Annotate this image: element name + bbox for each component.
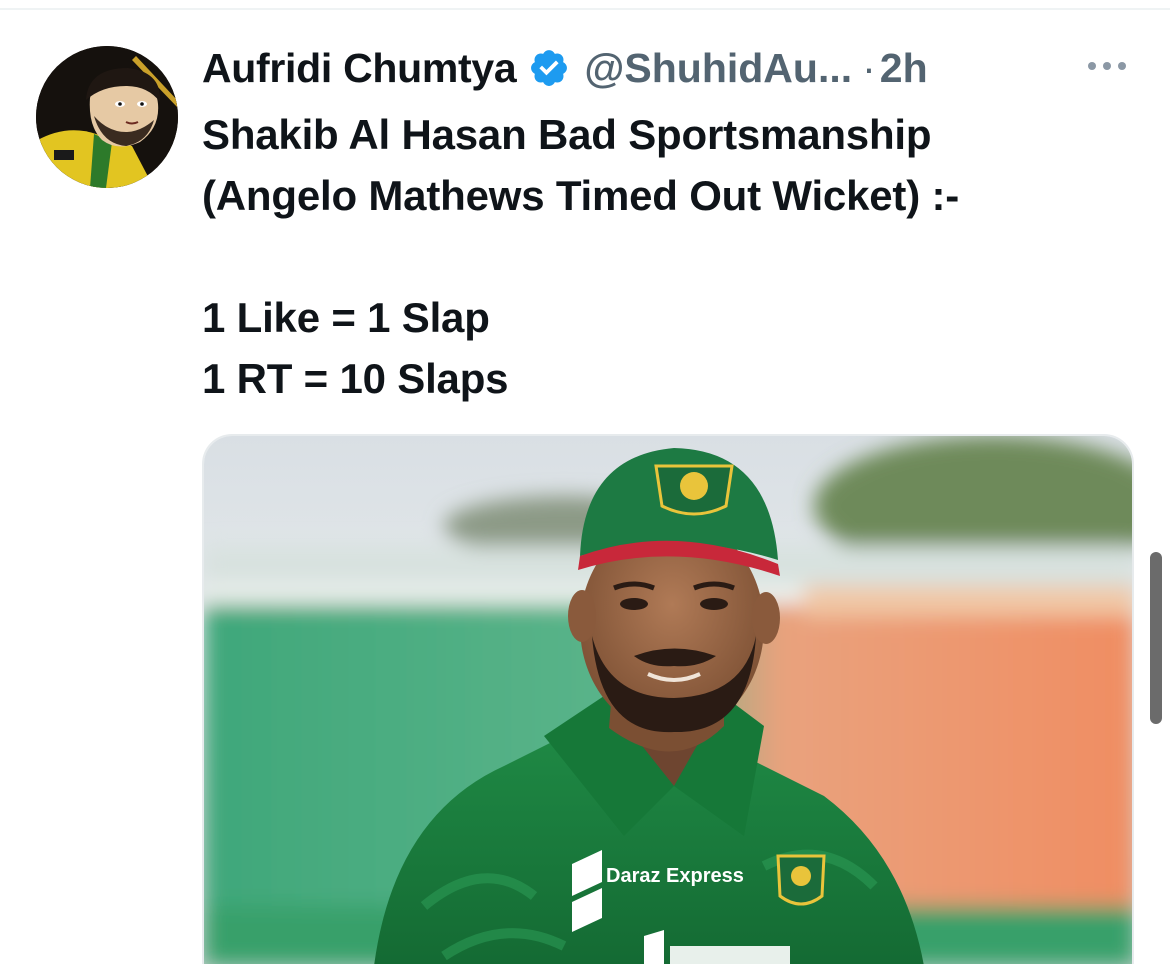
tweet-text-line — [202, 226, 1142, 287]
tweet-text-line: 1 Like = 1 Slap — [202, 294, 490, 341]
tweet-timestamp[interactable]: 2h — [880, 45, 928, 92]
player-photo: Daraz Express — [204, 436, 1132, 964]
verified-badge-icon[interactable] — [528, 47, 570, 89]
scrollbar[interactable] — [1150, 552, 1162, 724]
author-handle[interactable]: @ShuhidAu... — [584, 45, 852, 92]
jersey-sponsor-text: Daraz Express — [606, 865, 744, 887]
separator-dot: · — [862, 44, 876, 91]
tweet-text: Shakib Al Hasan Bad Sportsmanship (Angel… — [202, 104, 1142, 409]
tweet-text-line: Shakib Al Hasan Bad Sportsmanship — [202, 111, 932, 158]
tweet-media-photo[interactable]: Daraz Express — [202, 434, 1134, 964]
more-options-icon[interactable] — [1084, 54, 1130, 78]
avatar-image — [36, 46, 178, 188]
tweet-text-line: (Angelo Mathews Timed Out Wicket) :- — [202, 172, 960, 219]
avatar[interactable] — [36, 46, 178, 188]
author-display-name[interactable]: Aufridi Chumtya — [202, 45, 517, 92]
top-divider — [0, 8, 1170, 10]
tweet-header: Aufridi Chumtya @ShuhidAu... · 2h — [202, 40, 928, 96]
tweet-text-line: 1 RT = 10 Slaps — [202, 355, 509, 402]
